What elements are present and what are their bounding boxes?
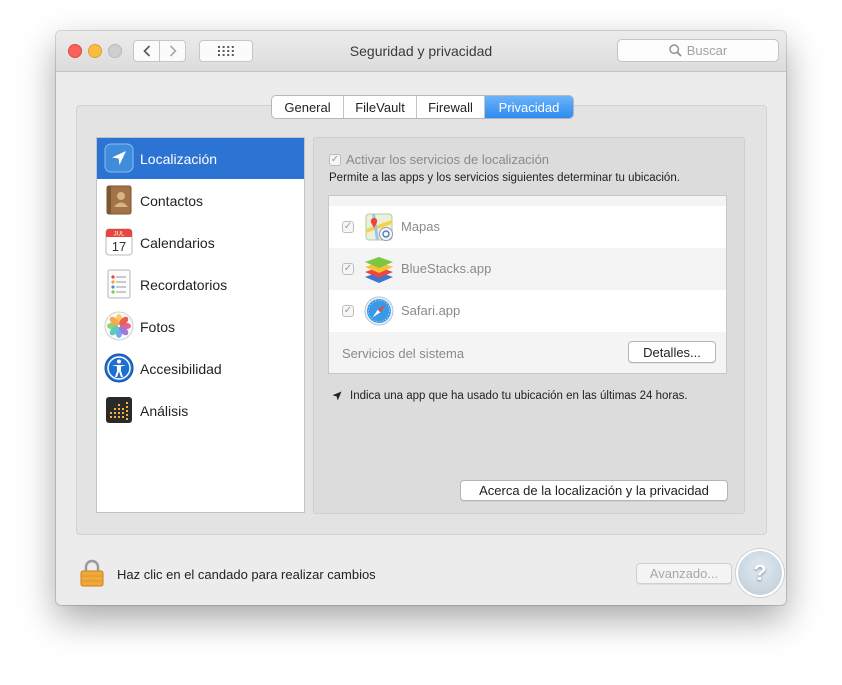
photos-icon (104, 311, 134, 341)
sidebar-item-label: Calendarios (140, 234, 215, 251)
search-field[interactable]: Buscar (617, 39, 779, 62)
tab-firewall[interactable]: Firewall (417, 96, 485, 118)
sidebar-item-label: Localización (140, 150, 218, 167)
calendar-day-text: 17 (112, 239, 126, 254)
search-icon (669, 44, 682, 57)
details-button[interactable]: Detalles... (628, 341, 716, 363)
chevron-right-icon (169, 45, 177, 57)
sidebar-item-calendarios[interactable]: JUL 17 Calendarios (97, 222, 304, 263)
enable-location-row: ✓ Activar los servicios de localización (329, 152, 549, 167)
tab-filevault[interactable]: FileVault (344, 96, 417, 118)
grid-icon (218, 46, 234, 56)
question-mark-icon: ? (753, 560, 767, 585)
lock-icon[interactable] (80, 559, 104, 587)
back-button[interactable] (133, 40, 160, 62)
location-description: Permite a las apps y los servicios sigui… (329, 172, 680, 184)
sidebar-item-label: Contactos (140, 192, 204, 209)
list-item[interactable]: ✓ Safari.app (329, 290, 726, 332)
chevron-left-icon (142, 45, 150, 57)
sidebar-item-contactos[interactable]: Contactos (97, 180, 304, 221)
sidebar-item-label: Accesibilidad (140, 360, 222, 377)
enable-location-label: Activar los servicios de localización (346, 152, 550, 167)
privacy-category-list: Localización Contactos JUL 17 Calendario… (96, 137, 305, 513)
location-arrow-icon (332, 391, 342, 401)
app-checkbox[interactable]: ✓ (342, 305, 354, 317)
lock-instruction: Haz clic en el candado para realizar cam… (117, 567, 376, 582)
zoom-window-button[interactable] (108, 44, 122, 58)
sidebar-item-localizacion[interactable]: Localización (97, 138, 304, 179)
analysis-icon (106, 397, 132, 423)
system-services-label: Servicios del sistema (342, 346, 465, 361)
sidebar-item-label: Recordatorios (140, 276, 228, 293)
safari-compass-icon (364, 296, 394, 326)
window-title: Seguridad y privacidad (349, 43, 493, 59)
show-all-button[interactable] (199, 40, 253, 62)
list-item[interactable]: ✓ Mapas (329, 206, 726, 248)
app-name: BlueStacks.app (401, 261, 492, 276)
sidebar-item-recordatorios[interactable]: Recordatorios (97, 264, 304, 305)
tab-privacidad[interactable]: Privacidad (485, 96, 573, 118)
tab-general[interactable]: General (272, 96, 344, 118)
bluestacks-icon (365, 257, 393, 283)
title-bar: Seguridad y privacidad Buscar (56, 31, 786, 72)
search-placeholder: Buscar (686, 43, 728, 58)
location-panel: ✓ Activar los servicios de localización … (313, 137, 745, 514)
calendar-icon: JUL 17 (105, 228, 133, 256)
minimize-window-button[interactable] (88, 44, 102, 58)
close-window-button[interactable] (68, 44, 82, 58)
sidebar-item-label: Análisis (140, 402, 189, 419)
sidebar-item-fotos[interactable]: Fotos (97, 306, 304, 347)
location-arrow-icon (104, 143, 134, 173)
list-item[interactable]: ✓ BlueStacks.app (329, 248, 726, 290)
help-button[interactable]: ? (736, 549, 784, 597)
maps-icon (365, 213, 393, 241)
enable-location-checkbox[interactable]: ✓ (329, 153, 341, 166)
about-location-privacy-button[interactable]: Acerca de la localización y la privacida… (460, 480, 728, 501)
sidebar-item-analisis[interactable]: Análisis (97, 390, 304, 431)
app-name: Safari.app (401, 303, 461, 318)
forward-button[interactable] (159, 40, 186, 62)
advanced-button[interactable]: Avanzado... (636, 563, 732, 584)
tab-bar: General FileVault Firewall Privacidad (271, 95, 574, 119)
contacts-book-icon (106, 185, 132, 215)
accessibility-icon (104, 353, 134, 383)
sidebar-item-accesibilidad[interactable]: Accesibilidad (97, 348, 304, 389)
calendar-month-text: JUL (114, 232, 125, 238)
location-note: Indica una app que ha usado tu ubicación… (332, 390, 688, 402)
reminders-icon (107, 269, 131, 299)
location-note-text: Indica una app que ha usado tu ubicación… (350, 390, 688, 402)
app-list: ✓ Mapas ✓ BlueStacks.app ✓ Safari.app Se… (328, 195, 727, 374)
app-name: Mapas (401, 219, 441, 234)
app-checkbox[interactable]: ✓ (342, 221, 354, 233)
preferences-window: Seguridad y privacidad Buscar General Fi… (56, 31, 786, 605)
sidebar-item-label: Fotos (140, 318, 176, 335)
app-checkbox[interactable]: ✓ (342, 263, 354, 275)
